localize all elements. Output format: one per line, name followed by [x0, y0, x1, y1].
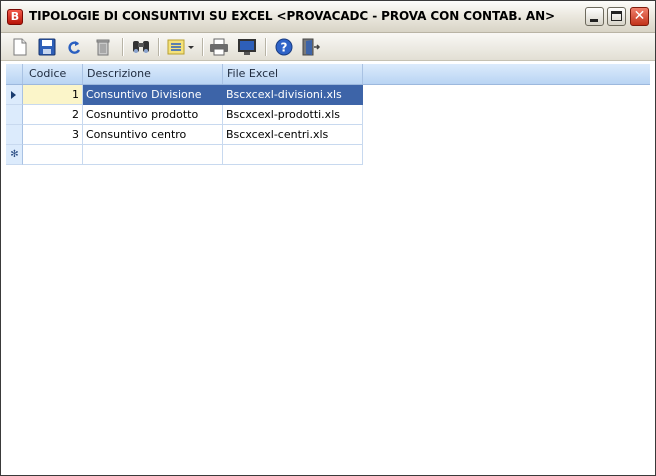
- screen-preview-icon: [238, 39, 256, 55]
- cell-codice[interactable]: [23, 145, 83, 165]
- toolbar: ?: [1, 33, 655, 61]
- delete-icon: [96, 39, 110, 56]
- cell-descrizione[interactable]: [83, 145, 223, 165]
- help-icon: ?: [275, 38, 293, 56]
- cell-descrizione[interactable]: Consuntivo Divisione: [83, 85, 223, 105]
- column-header-codice[interactable]: Codice: [23, 64, 83, 84]
- undo-button[interactable]: [65, 37, 85, 57]
- close-icon: ✕: [633, 8, 646, 24]
- exit-icon: [302, 38, 321, 56]
- svg-text:?: ?: [281, 41, 288, 55]
- print-button[interactable]: [209, 37, 229, 57]
- screen-preview-button[interactable]: [237, 37, 257, 57]
- cell-descrizione[interactable]: Cosnuntivo prodotto: [83, 105, 223, 125]
- save-button[interactable]: [37, 37, 57, 57]
- table-row[interactable]: 2 Cosnuntivo prodotto Bscxcexl-prodotti.…: [6, 105, 363, 125]
- row-selector[interactable]: [6, 85, 23, 105]
- cell-codice[interactable]: 3: [23, 125, 83, 145]
- app-icon[interactable]: B: [7, 9, 23, 25]
- new-record-row[interactable]: ✻: [6, 145, 363, 165]
- row-selector[interactable]: [6, 105, 23, 125]
- row-selector[interactable]: [6, 125, 23, 145]
- column-header-file-excel[interactable]: File Excel: [223, 64, 363, 84]
- table-row[interactable]: 3 Consuntivo centro Bscxcexl-centri.xls: [6, 125, 363, 145]
- help-button[interactable]: ?: [274, 37, 294, 57]
- new-document-button[interactable]: [10, 37, 30, 57]
- content-area: Codice Descrizione File Excel 1 Consunti…: [1, 61, 655, 475]
- toolbar-separator: [122, 38, 124, 56]
- cell-codice[interactable]: 2: [23, 105, 83, 125]
- new-document-icon: [13, 38, 27, 56]
- toolbar-separator: [202, 38, 204, 56]
- cell-descrizione[interactable]: Consuntivo centro: [83, 125, 223, 145]
- grid-header: Codice Descrizione File Excel: [6, 64, 650, 85]
- maximize-button[interactable]: [607, 7, 626, 26]
- table-row[interactable]: 1 Consuntivo Divisione Bscxcexl-division…: [6, 85, 363, 105]
- print-icon: [210, 38, 228, 56]
- toolbar-separator: [158, 38, 160, 56]
- minimize-button[interactable]: [585, 7, 604, 26]
- header-row-selector: [6, 64, 23, 84]
- find-icon: [133, 41, 149, 53]
- save-icon: [38, 38, 56, 56]
- delete-button[interactable]: [93, 37, 113, 57]
- cell-file-excel[interactable]: Bscxcexl-centri.xls: [223, 125, 363, 145]
- list-view-icon: [167, 39, 194, 55]
- current-row-arrow-icon: [11, 91, 16, 99]
- row-selector[interactable]: ✻: [6, 145, 23, 165]
- exit-button[interactable]: [301, 37, 321, 57]
- window-title: TIPOLOGIE DI CONSUNTIVI SU EXCEL <PROVAC…: [29, 9, 555, 23]
- close-button[interactable]: ✕: [630, 7, 649, 26]
- undo-icon: [68, 41, 81, 54]
- cell-file-excel[interactable]: Bscxcexl-divisioni.xls: [223, 85, 363, 105]
- cell-file-excel[interactable]: Bscxcexl-prodotti.xls: [223, 105, 363, 125]
- new-row-asterisk-icon: ✻: [10, 149, 19, 160]
- find-button[interactable]: [131, 37, 151, 57]
- cell-file-excel[interactable]: [223, 145, 363, 165]
- toolbar-separator: [265, 38, 267, 56]
- minimize-icon: [590, 19, 598, 22]
- cell-codice[interactable]: 1: [23, 85, 83, 105]
- application-window: B TIPOLOGIE DI CONSUNTIVI SU EXCEL <PROV…: [0, 0, 656, 476]
- maximize-icon: [611, 11, 622, 21]
- list-view-dropdown[interactable]: [167, 37, 195, 57]
- title-bar[interactable]: B TIPOLOGIE DI CONSUNTIVI SU EXCEL <PROV…: [1, 1, 655, 33]
- column-header-descrizione[interactable]: Descrizione: [83, 64, 223, 84]
